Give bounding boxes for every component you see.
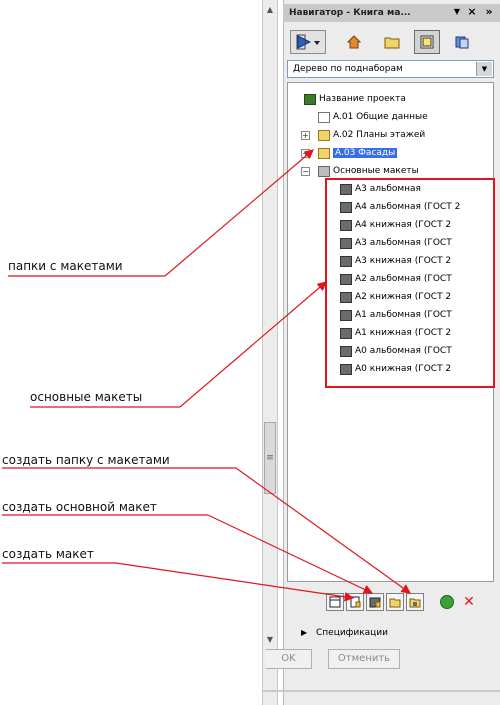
annotation-folders: папки с макетами <box>8 259 123 273</box>
callout-arrow-create-folder <box>235 467 411 594</box>
annotation-create-layout: создать макет <box>2 547 94 561</box>
callout-arrow-create-main <box>207 514 374 594</box>
annotation-create-main: создать основной макет <box>2 500 157 514</box>
callout-arrows <box>2 149 411 602</box>
callout-arrow-folders <box>164 149 314 277</box>
annotation-create-folder: создать папку с макетами <box>2 453 170 467</box>
annotation-main-layouts: основные макеты <box>30 390 143 404</box>
callout-arrow-create-layout <box>115 562 355 602</box>
callout-arrow-main <box>179 281 327 408</box>
